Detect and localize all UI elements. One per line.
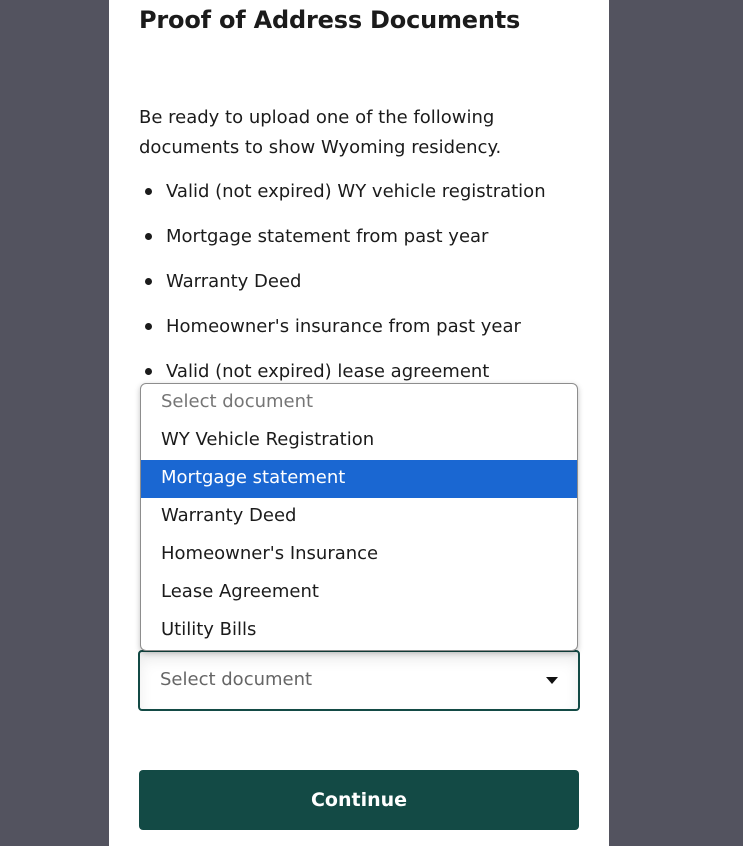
list-item: Mortgage statement from past year: [139, 223, 546, 268]
list-item: Homeowner's insurance from past year: [139, 313, 546, 358]
bullet-icon: [145, 188, 152, 195]
document-dropdown: Select document WY Vehicle Registration …: [140, 383, 578, 651]
continue-button[interactable]: Continue: [139, 770, 579, 830]
intro-text: Be ready to upload one of the following …: [139, 107, 502, 158]
list-item: Valid (not expired) WY vehicle registrat…: [139, 178, 546, 223]
dropdown-option[interactable]: Warranty Deed: [141, 498, 577, 536]
dropdown-option[interactable]: Lease Agreement: [141, 574, 577, 612]
bullet-icon: [145, 323, 152, 330]
document-select[interactable]: Select document: [138, 650, 580, 711]
dropdown-option[interactable]: Homeowner's Insurance: [141, 536, 577, 574]
list-item-label: Warranty Deed: [166, 271, 302, 292]
bullet-icon: [145, 278, 152, 285]
list-item-label: Valid (not expired) WY vehicle registrat…: [166, 181, 546, 202]
bullet-icon: [145, 233, 152, 240]
dropdown-option[interactable]: WY Vehicle Registration: [141, 422, 577, 460]
list-item-label: Mortgage statement from past year: [166, 226, 489, 247]
dropdown-option[interactable]: Select document: [141, 384, 577, 422]
bullet-icon: [145, 368, 152, 375]
dropdown-option-highlighted[interactable]: Mortgage statement: [141, 460, 577, 498]
list-item-label: Homeowner's insurance from past year: [166, 316, 521, 337]
list-item-label: Valid (not expired) lease agreement: [166, 361, 490, 382]
select-value: Select document: [160, 669, 313, 690]
document-list: Valid (not expired) WY vehicle registrat…: [139, 178, 546, 403]
dropdown-option[interactable]: Utility Bills: [141, 612, 577, 650]
page-title: Proof of Address Documents: [139, 6, 521, 34]
caret-down-icon: [546, 677, 558, 684]
list-item: Warranty Deed: [139, 268, 546, 313]
